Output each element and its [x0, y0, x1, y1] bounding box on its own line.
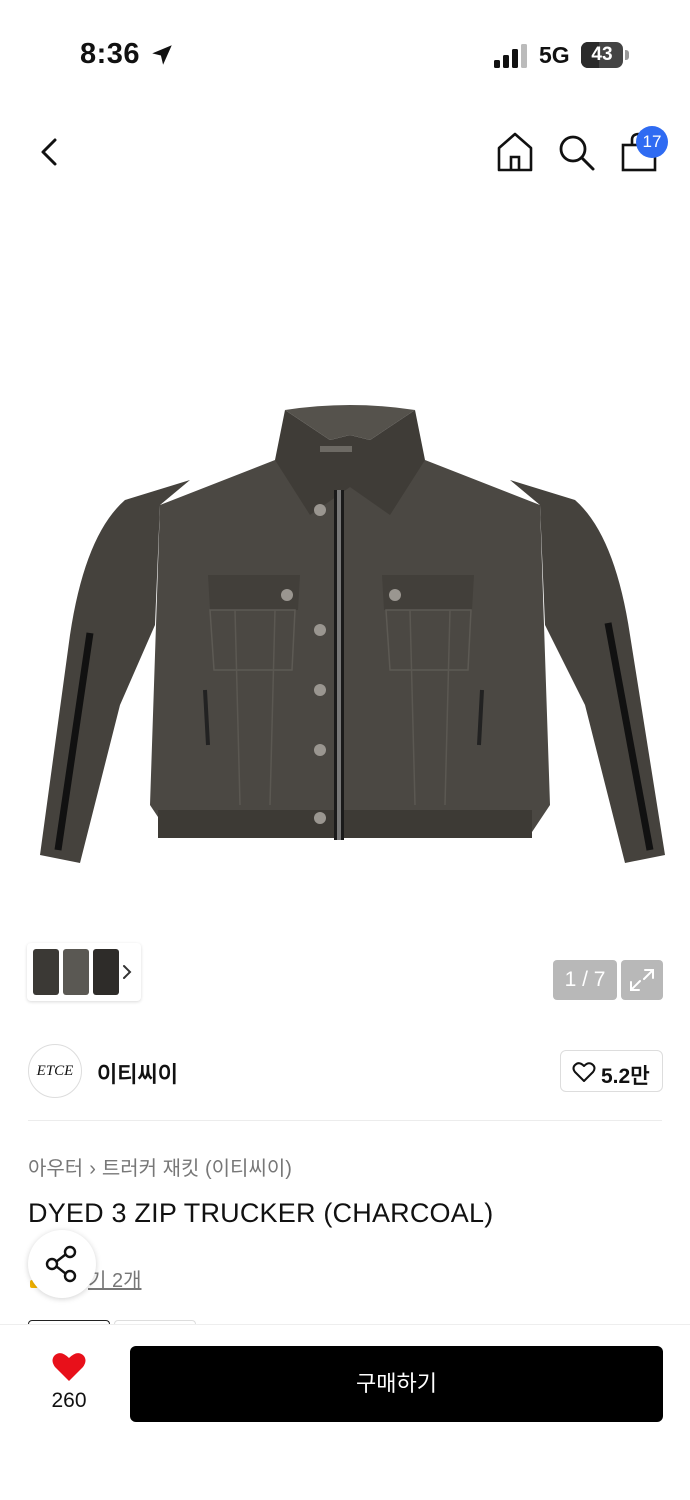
- network-type: 5G: [539, 42, 570, 68]
- location-arrow-icon: [152, 45, 172, 65]
- cart-count-badge: 17: [636, 126, 668, 158]
- expand-icon[interactable]: [621, 960, 663, 1000]
- heart-filled-icon: [52, 1353, 86, 1381]
- buy-button[interactable]: 구매하기: [130, 1346, 663, 1422]
- top-nav: [0, 120, 690, 180]
- chevron-right-icon: ›: [89, 1158, 96, 1180]
- review-link[interactable]: 기 2개: [88, 1264, 141, 1293]
- bottom-action-bar: 260 구매하기: [0, 1324, 690, 1500]
- battery-indicator: 43: [581, 42, 629, 68]
- brand-logo[interactable]: ETCE: [28, 1044, 82, 1098]
- wish-button[interactable]: 260: [34, 1347, 104, 1417]
- brand-name[interactable]: 이티씨이: [97, 1057, 178, 1089]
- breadcrumb-subcategory[interactable]: 트러커 재킷 (이티씨이): [102, 1158, 292, 1180]
- breadcrumb: 아우터 › 트러커 재킷 (이티씨이): [28, 1152, 292, 1181]
- back-icon[interactable]: [30, 132, 70, 172]
- chevron-right-icon[interactable]: [119, 963, 135, 981]
- cellular-signal-icon: [494, 44, 527, 68]
- brand-like-button[interactable]: 5.2만: [560, 1050, 663, 1092]
- breadcrumb-category[interactable]: 아우터: [28, 1158, 83, 1180]
- share-icon: [45, 1245, 77, 1283]
- battery-level: 43: [591, 44, 613, 65]
- product-title: DYED 3 ZIP TRUCKER (CHARCOAL): [28, 1198, 494, 1228]
- heart-outline-icon: [572, 1062, 596, 1082]
- thumbnail-1[interactable]: [33, 949, 59, 995]
- product-image[interactable]: [30, 405, 670, 880]
- thumbnail-3[interactable]: [93, 949, 119, 995]
- status-bar: 8:36 5G 43: [0, 0, 690, 110]
- brand-like-count: 5.2만: [601, 1065, 650, 1088]
- wish-count: 260: [51, 1389, 87, 1412]
- home-icon[interactable]: [495, 130, 535, 174]
- search-icon[interactable]: [556, 130, 596, 174]
- image-counter: 1 / 7: [553, 960, 617, 1000]
- divider: [28, 1120, 662, 1121]
- status-time: 8:36: [80, 38, 141, 70]
- share-button[interactable]: [28, 1230, 96, 1298]
- thumbnail-2[interactable]: [63, 949, 89, 995]
